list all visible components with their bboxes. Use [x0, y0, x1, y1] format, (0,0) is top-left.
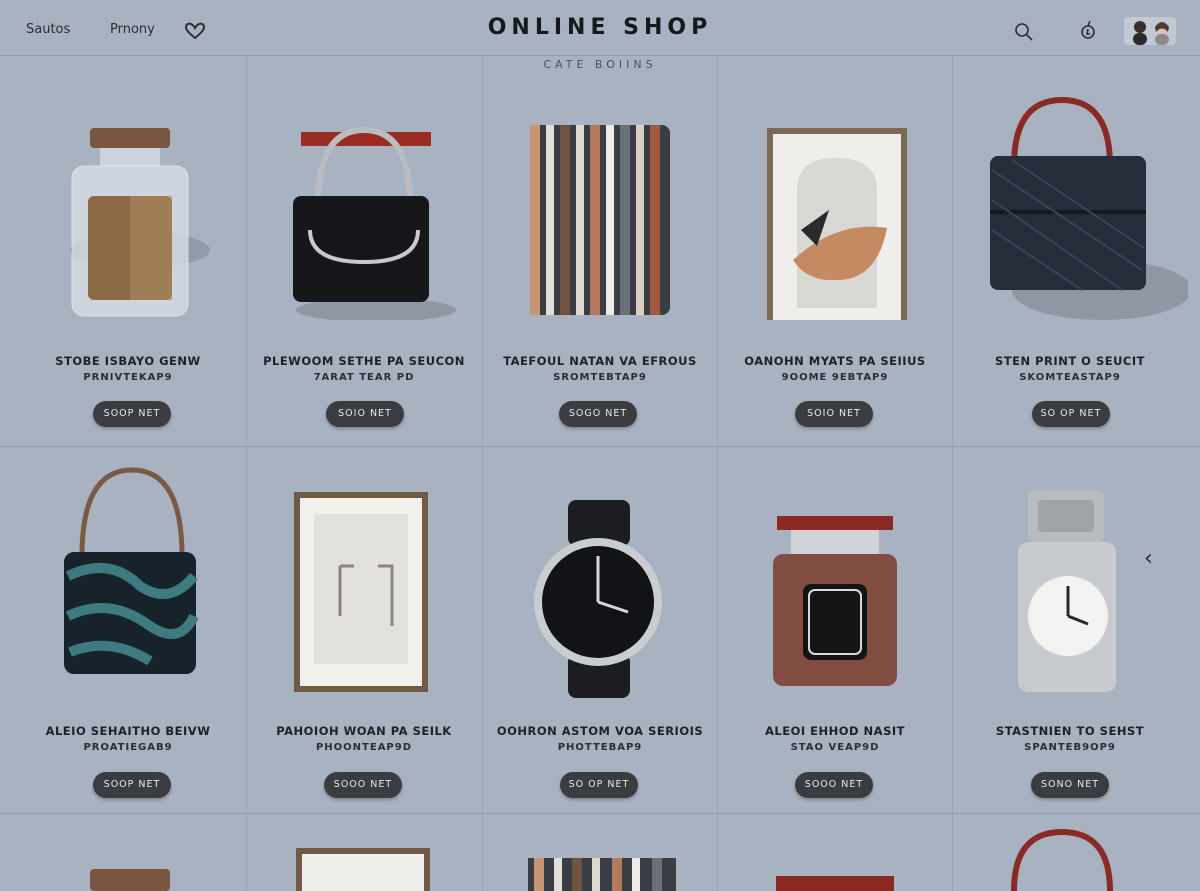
glass-jar-image — [776, 876, 894, 891]
avatar-icon[interactable] — [1124, 17, 1176, 45]
add-to-cart-button[interactable]: SO OP NET — [1032, 401, 1110, 427]
navy-handbag-image — [990, 96, 1188, 320]
wrist-watch-image — [534, 500, 662, 698]
product-price: SKOMTEASTAP9 — [1019, 372, 1121, 383]
add-to-cart-button[interactable]: SO OP NET — [560, 772, 638, 798]
product-title: OANOHN MYATS PA SEIIUS — [744, 354, 926, 368]
product-title: TAEFOUL NATAN VA EFROUS — [503, 354, 697, 368]
silver-clock-image — [1018, 490, 1116, 692]
add-to-cart-button[interactable]: SONO NET — [1031, 772, 1109, 798]
product-price: SPANTEB9OP9 — [1024, 742, 1116, 753]
search-icon[interactable] — [1014, 22, 1034, 42]
add-to-cart-button[interactable]: SOIO NET — [795, 401, 873, 427]
product-title: STOBE ISBAYO GENW — [55, 354, 201, 368]
product-price: STAO VEAP9D — [790, 742, 880, 753]
product-title: PLEWOOM SETHE PA SEUCON — [263, 354, 465, 368]
notification-icon[interactable] — [1078, 20, 1098, 42]
product-price: SROMTEBTAP9 — [553, 372, 647, 383]
product-title: PAHOIOH WOAN PA SEILK — [276, 724, 452, 738]
chevron-left-icon[interactable]: ‹ — [1144, 546, 1153, 571]
avatar-image — [1133, 21, 1169, 45]
add-to-cart-button[interactable]: SOOO NET — [795, 772, 873, 798]
add-to-cart-button[interactable]: SOGO NET — [559, 401, 637, 427]
black-handbag-image — [293, 126, 456, 320]
framed-art-image — [296, 848, 430, 891]
product-price: PHOONTEAP9D — [315, 742, 413, 753]
top-bar: Sautos Prnony ONLINE SHOP — [0, 0, 1200, 56]
glass-jar-image — [773, 516, 897, 686]
add-to-cart-button[interactable]: SOOO NET — [324, 772, 402, 798]
product-price: PROATIEGAB9 — [83, 742, 173, 753]
teal-handbag-image — [64, 467, 199, 674]
grid-divider — [0, 813, 1200, 814]
perfume-jar-image — [90, 869, 170, 891]
product-title: STASTNIEN TO SEHST — [995, 724, 1145, 738]
add-to-cart-button[interactable]: SOOP NET — [93, 772, 171, 798]
framed-hooks-image — [294, 492, 428, 692]
navy-handbag-image — [1011, 828, 1113, 891]
grid-divider — [0, 446, 1200, 447]
product-title: STEN PRINT O SEUCIT — [995, 354, 1145, 368]
add-to-cart-button[interactable]: SOOP NET — [93, 401, 171, 427]
product-title: ALEIO SEHAITHO BEIVW — [45, 724, 211, 738]
perfume-jar-image — [70, 128, 210, 317]
product-title: OOHRON ASTOM VOA SERIOIS — [496, 724, 704, 738]
product-title: ALEOI EHHOD NASIT — [764, 724, 905, 738]
product-price: PRNIVTEKAP9 — [83, 372, 173, 383]
striped-pouch-image — [528, 858, 676, 891]
product-price: PHOTTEBAP9 — [557, 742, 643, 753]
striped-pouch-image — [530, 125, 670, 315]
framed-art-image — [767, 128, 907, 320]
product-price: 9OOME 9EBTAP9 — [781, 372, 889, 383]
add-to-cart-button[interactable]: SOIO NET — [326, 401, 404, 427]
product-price: 7ARAT TEAR PD — [313, 372, 415, 383]
